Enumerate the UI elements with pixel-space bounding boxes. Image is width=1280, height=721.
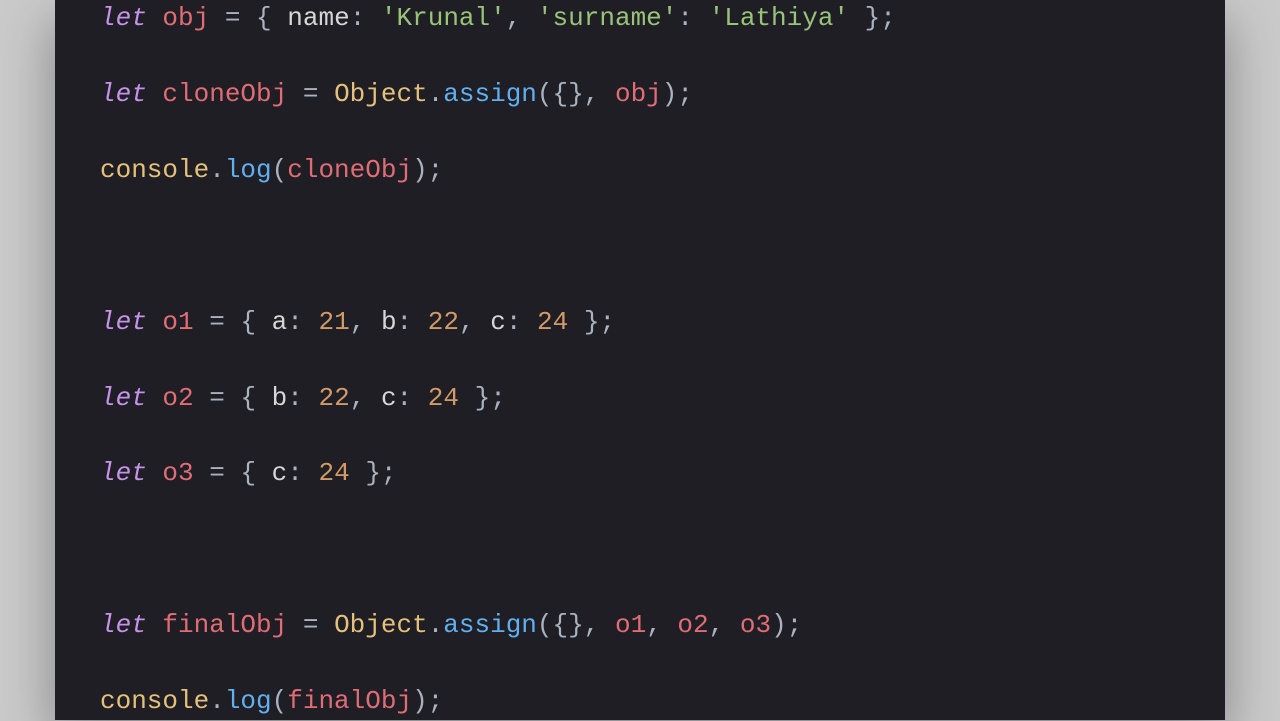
code-editor-panel: let obj = { name: 'Krunal', 'surname': '…	[55, 0, 1225, 720]
code-line: let o1 = { a: 21, b: 22, c: 24 };	[100, 307, 615, 337]
code-line: console.log(cloneObj);	[100, 155, 443, 185]
code-block: let obj = { name: 'Krunal', 'surname': '…	[100, 0, 1180, 721]
var-finalObj: finalObj	[162, 610, 287, 640]
code-line: let o3 = { c: 24 };	[100, 458, 397, 488]
code-line: console.log(finalObj);	[100, 686, 443, 716]
code-line: let o2 = { b: 22, c: 24 };	[100, 383, 506, 413]
fn-assign: assign	[443, 79, 537, 109]
fn-assign: assign	[443, 610, 537, 640]
ident-Object: Object	[334, 610, 428, 640]
keyword-let: let	[100, 3, 147, 33]
fn-log: log	[225, 155, 272, 185]
var-cloneObj: cloneObj	[162, 79, 287, 109]
var-o3: o3	[162, 458, 193, 488]
keyword-let: let	[100, 79, 147, 109]
code-line: let obj = { name: 'Krunal', 'surname': '…	[100, 3, 896, 33]
var-o1: o1	[162, 307, 193, 337]
ident-console: console	[100, 686, 209, 716]
keyword-let: let	[100, 610, 147, 640]
keyword-let: let	[100, 383, 147, 413]
code-line: let finalObj = Object.assign({}, o1, o2,…	[100, 610, 802, 640]
fn-log: log	[225, 686, 272, 716]
var-o2: o2	[162, 383, 193, 413]
keyword-let: let	[100, 307, 147, 337]
ident-console: console	[100, 155, 209, 185]
ident-Object: Object	[334, 79, 428, 109]
var-obj: obj	[162, 3, 209, 33]
keyword-let: let	[100, 458, 147, 488]
code-line: let cloneObj = Object.assign({}, obj);	[100, 79, 693, 109]
